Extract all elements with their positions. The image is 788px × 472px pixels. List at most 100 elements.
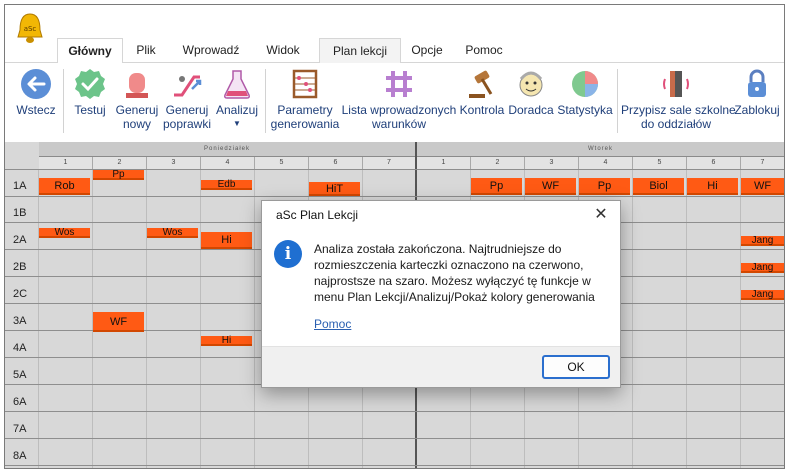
escalator-icon xyxy=(174,75,202,97)
class-row-label[interactable]: 1B xyxy=(5,207,37,219)
tab-opcje[interactable]: Opcje xyxy=(405,38,449,62)
ribbon-tabs: Główny Plik Wprowadź Widok Plan lekcji O… xyxy=(5,38,784,64)
close-icon[interactable]: ✕ xyxy=(588,203,614,227)
class-row-label[interactable]: 5A xyxy=(5,369,37,381)
tab-wprowadz[interactable]: Wprowadź xyxy=(175,38,247,62)
assign-rooms-button[interactable]: Przypisz sale szkolne do oddziałów xyxy=(621,63,736,140)
lesson-card[interactable]: Edb xyxy=(201,180,252,190)
info-icon: i xyxy=(274,240,302,268)
advisor-button[interactable]: Doradca xyxy=(507,63,555,140)
ok-button[interactable]: OK xyxy=(542,355,610,379)
control-label: Kontrola xyxy=(459,103,505,117)
class-row-label[interactable]: 2A xyxy=(5,234,37,246)
analysis-dialog: aSc Plan Lekcji ✕ i Analiza została zako… xyxy=(261,200,621,388)
stats-button[interactable]: Statystyka xyxy=(555,63,615,140)
tab-plik[interactable]: Plik xyxy=(125,38,167,62)
lesson-card[interactable]: Hi xyxy=(201,232,252,249)
dialog-message: Analiza została zakończona. Najtrudniejs… xyxy=(314,242,595,304)
pie-chart-icon xyxy=(572,71,598,97)
door-icon xyxy=(663,71,689,97)
control-button[interactable]: Kontrola xyxy=(457,63,507,140)
lesson-card[interactable]: Jang xyxy=(741,236,784,246)
period-header: 7 xyxy=(363,157,416,169)
class-row-label[interactable]: 4A xyxy=(5,342,37,354)
class-row-label[interactable]: 1A xyxy=(5,180,37,192)
toolbar-separator xyxy=(617,69,618,133)
period-header: 4 xyxy=(579,157,633,169)
advisor-face-icon xyxy=(519,71,543,97)
back-arrow-icon xyxy=(21,69,51,99)
lesson-card[interactable]: Jang xyxy=(741,290,784,300)
dialog-footer: OK xyxy=(262,346,620,387)
params-label: Parametry generowania xyxy=(270,103,340,131)
class-row-label[interactable]: 7A xyxy=(5,423,37,435)
assign-rooms-label: Przypisz sale szkolne do oddziałów xyxy=(621,103,736,131)
toolbar-separator xyxy=(63,69,64,133)
lock-button[interactable]: Zablokuj xyxy=(731,63,783,140)
grid-hash-icon xyxy=(386,71,412,97)
period-header: 3 xyxy=(525,157,579,169)
period-header: 5 xyxy=(633,157,687,169)
lesson-card[interactable]: Rob xyxy=(39,178,90,195)
chevron-down-icon[interactable]: ▼ xyxy=(213,119,261,128)
tab-widok[interactable]: Widok xyxy=(257,38,309,62)
tab-plan-lekcji[interactable]: Plan lekcji xyxy=(319,38,401,64)
params-button[interactable]: Parametry generowania xyxy=(269,63,341,140)
conditions-button[interactable]: Lista wprowadzonych warunków xyxy=(341,63,457,140)
period-header: 6 xyxy=(687,157,741,169)
flask-icon xyxy=(224,70,250,99)
lesson-card[interactable]: WF xyxy=(741,178,784,195)
stats-label: Statystyka xyxy=(557,103,613,117)
help-link[interactable]: Pomoc xyxy=(314,317,351,331)
lesson-card[interactable]: Biol xyxy=(633,178,684,195)
generate-new-label: Generuj nowy xyxy=(115,103,159,131)
toolbar-separator xyxy=(265,69,266,133)
period-header: 2 xyxy=(93,157,147,169)
lesson-card[interactable]: WF xyxy=(525,178,576,195)
day-header-monday: Poniedziałek xyxy=(39,142,415,157)
test-label: Testuj xyxy=(74,103,106,117)
generate-fixes-label: Generuj poprawki xyxy=(162,103,212,131)
lesson-card[interactable]: Hi xyxy=(201,336,252,346)
back-label: Wstecz xyxy=(16,103,56,117)
lesson-card[interactable]: Wos xyxy=(147,228,198,238)
class-row-label[interactable]: 2C xyxy=(5,288,37,300)
analyze-button[interactable]: Analizuj ▼ xyxy=(213,63,261,140)
lesson-card[interactable]: WF xyxy=(93,312,144,332)
analyze-label: Analizuj xyxy=(215,103,259,117)
gavel-icon xyxy=(469,70,493,98)
lesson-card[interactable]: Hi xyxy=(687,178,738,195)
lesson-card[interactable]: Pp xyxy=(93,170,144,180)
lesson-card[interactable]: Pp xyxy=(471,178,522,195)
lock-icon xyxy=(748,69,766,97)
class-row-label[interactable]: 6A xyxy=(5,396,37,408)
class-row-label[interactable]: 3A xyxy=(5,315,37,327)
svg-text:aSc: aSc xyxy=(24,25,37,33)
lesson-card[interactable]: Pp xyxy=(579,178,630,195)
day-header-tuesday: Wtorek xyxy=(417,142,784,157)
alarm-light-icon xyxy=(126,73,148,98)
tab-glowny[interactable]: Główny xyxy=(57,38,123,64)
ribbon-toolbar: Wstecz Testuj Generuj nowy Generuj popra… xyxy=(5,63,784,140)
conditions-label: Lista wprowadzonych warunków xyxy=(341,103,457,131)
test-button[interactable]: Testuj xyxy=(69,63,111,140)
class-row-label[interactable]: 2B xyxy=(5,261,37,273)
advisor-label: Doradca xyxy=(508,103,554,117)
period-header: 4 xyxy=(201,157,255,169)
period-header: 2 xyxy=(471,157,525,169)
period-header: 1 xyxy=(39,157,93,169)
generate-new-button[interactable]: Generuj nowy xyxy=(113,63,161,140)
dialog-title: aSc Plan Lekcji xyxy=(276,208,359,222)
lesson-card[interactable]: Jang xyxy=(741,263,784,273)
generate-fixes-button[interactable]: Generuj poprawki xyxy=(161,63,213,140)
period-header: 5 xyxy=(255,157,309,169)
lesson-card[interactable]: Wos xyxy=(39,228,90,238)
period-header: 7 xyxy=(741,157,784,169)
lock-label: Zablokuj xyxy=(734,103,780,117)
check-badge-icon xyxy=(75,69,105,99)
tab-pomoc[interactable]: Pomoc xyxy=(459,38,509,62)
abacus-icon xyxy=(292,69,318,99)
lesson-card[interactable]: HiT xyxy=(309,182,360,196)
class-row-label[interactable]: 8A xyxy=(5,450,37,462)
back-button[interactable]: Wstecz xyxy=(13,63,59,140)
